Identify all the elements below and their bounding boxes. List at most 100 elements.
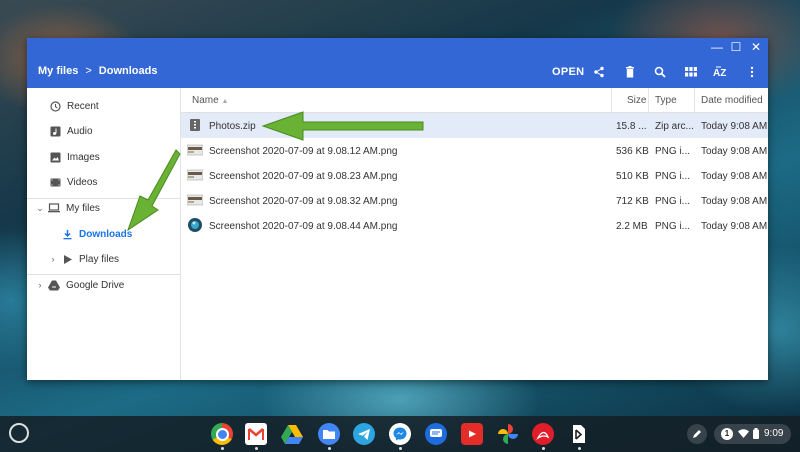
column-divider[interactable] — [648, 88, 649, 112]
table-row[interactable]: Screenshot 2020-07-09 at 9.08.32 AM.png … — [181, 188, 768, 213]
file-type: PNG i... — [655, 146, 691, 157]
column-header-type[interactable]: Type — [655, 95, 677, 106]
chrome-icon[interactable] — [211, 423, 233, 445]
files-app-icon[interactable] — [318, 423, 340, 445]
file-date-modified: Today 9:08 AM — [701, 146, 768, 157]
youtube-icon[interactable] — [461, 423, 483, 445]
file-size: 2.2 MB — [616, 221, 648, 232]
image-thumbnail-icon — [187, 169, 203, 181]
breadcrumb-downloads[interactable]: Downloads — [99, 65, 158, 77]
breadcrumb: My files > Downloads — [38, 65, 157, 77]
clock-time: 9:09 — [764, 428, 784, 439]
file-name: Screenshot 2020-07-09 at 9.08.23 AM.png — [209, 171, 398, 182]
sort-ascending-icon: ▲ — [221, 98, 229, 105]
breadcrumb-my-files[interactable]: My files — [38, 65, 78, 77]
file-name: Photos.zip — [209, 121, 256, 132]
file-size: 15.8 ... — [616, 121, 647, 132]
sidebar-item-label: Downloads — [79, 228, 133, 240]
files-app-window: — ☐ ✕ My files > Downloads OPEN AZ Recent — [27, 38, 768, 380]
more-options-icon[interactable] — [743, 63, 761, 81]
sidebar-item-videos[interactable]: Videos — [27, 170, 201, 194]
notification-badge: 1 — [721, 428, 733, 440]
sidebar-item-recent[interactable]: Recent — [27, 94, 201, 118]
app-running-indicator — [399, 447, 402, 450]
play-icon — [60, 252, 74, 266]
app-running-indicator — [578, 447, 581, 450]
column-header-size[interactable]: Size — [627, 95, 646, 106]
file-date-modified: Today 9:08 AM — [701, 171, 768, 182]
gmail-icon[interactable] — [245, 423, 267, 445]
image-thumbnail-icon — [187, 144, 203, 156]
google-drive-icon[interactable] — [281, 423, 303, 445]
adobe-acrobat-icon[interactable] — [532, 423, 554, 445]
open-button[interactable]: OPEN — [552, 66, 584, 78]
column-header-date-modified[interactable]: Date modified — [701, 95, 763, 106]
sidebar-item-label: Play files — [79, 253, 120, 265]
column-header-name[interactable]: Name ▲ — [192, 95, 228, 106]
minimize-button[interactable]: — — [710, 40, 724, 54]
chevron-right-icon[interactable]: › — [35, 280, 45, 290]
table-row[interactable]: Screenshot 2020-07-09 at 9.08.12 AM.png … — [181, 138, 768, 163]
chevron-down-icon[interactable]: ⌄ — [35, 203, 45, 214]
file-size: 712 KB — [616, 196, 649, 207]
file-type: PNG i... — [655, 171, 691, 182]
google-photos-icon[interactable] — [497, 423, 519, 445]
audio-icon — [48, 124, 62, 138]
file-type: PNG i... — [655, 221, 691, 232]
image-thumbnail-icon — [187, 194, 203, 206]
close-button[interactable]: ✕ — [749, 40, 763, 54]
telegram-icon[interactable] — [353, 423, 375, 445]
maximize-button[interactable]: ☐ — [729, 40, 743, 54]
sidebar-item-audio[interactable]: Audio — [27, 119, 201, 143]
search-icon[interactable] — [651, 63, 669, 81]
share-icon[interactable] — [590, 63, 608, 81]
table-row[interactable]: Screenshot 2020-07-09 at 9.08.23 AM.png … — [181, 163, 768, 188]
laptop-icon — [47, 201, 61, 215]
column-header-row: Name ▲ Size Type Date modified — [181, 88, 768, 113]
grid-view-icon[interactable] — [682, 63, 700, 81]
sidebar-item-label: My files — [66, 202, 100, 214]
sidebar-item-play-files[interactable]: › Play files — [27, 247, 201, 271]
file-date-modified: Today 9:08 AM — [701, 196, 768, 207]
video-icon — [48, 175, 62, 189]
shelf: 1 9:09 — [0, 416, 800, 452]
sidebar-item-label: Google Drive — [66, 279, 125, 291]
image-icon — [48, 150, 62, 164]
toolbar: My files > Downloads OPEN AZ — [27, 56, 768, 88]
drive-icon — [47, 278, 61, 292]
chevron-right-icon[interactable]: › — [48, 254, 58, 264]
sidebar-item-my-files[interactable]: ⌄ My files — [27, 196, 188, 220]
app-running-indicator — [542, 447, 545, 450]
image-thumbnail-icon — [188, 218, 202, 232]
sidebar-item-label: Recent — [67, 100, 99, 112]
sidebar-item-google-drive[interactable]: › Google Drive — [27, 273, 188, 297]
file-type: Zip arc... — [655, 121, 694, 132]
file-name: Screenshot 2020-07-09 at 9.08.12 AM.png — [209, 146, 398, 157]
file-date-modified: Today 9:08 AM — [701, 121, 768, 132]
download-icon — [60, 227, 74, 241]
file-type: PNG i... — [655, 196, 691, 207]
column-divider[interactable] — [611, 88, 612, 112]
sidebar-item-images[interactable]: Images — [27, 145, 201, 169]
stylus-pen-icon[interactable] — [687, 424, 707, 444]
app-running-indicator — [255, 447, 258, 450]
system-tray[interactable]: 1 9:09 — [714, 424, 791, 444]
file-list: Name ▲ Size Type Date modified Photos.zi… — [181, 88, 768, 380]
messages-icon[interactable] — [425, 423, 447, 445]
sidebar: Recent Audio Images Videos ⌄ My files Do… — [27, 88, 181, 380]
file-size: 510 KB — [616, 171, 649, 182]
app-shortcut-icon[interactable] — [568, 423, 590, 445]
file-size: 536 KB — [616, 146, 649, 157]
launcher-button[interactable] — [9, 423, 29, 443]
breadcrumb-separator: > — [85, 65, 92, 77]
table-row[interactable]: Photos.zip 15.8 ... Zip arc... Today 9:0… — [181, 113, 768, 138]
table-row[interactable]: Screenshot 2020-07-09 at 9.08.44 AM.png … — [181, 213, 768, 238]
column-divider[interactable] — [694, 88, 695, 112]
file-date-modified: Today 9:08 AM — [701, 221, 768, 232]
messenger-icon[interactable] — [389, 423, 411, 445]
clock-icon — [48, 99, 62, 113]
sort-az-icon[interactable]: AZ — [711, 63, 729, 81]
app-running-indicator — [328, 447, 331, 450]
delete-icon[interactable] — [621, 63, 639, 81]
zip-file-icon — [190, 119, 200, 131]
